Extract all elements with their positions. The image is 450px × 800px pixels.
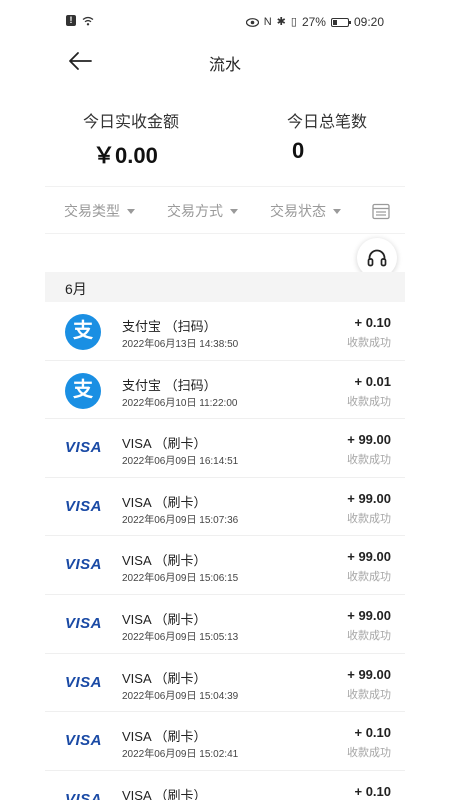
visa-icon: VISA: [65, 556, 103, 574]
status-bar: ! N ✱ ▯ 27% 09:20: [0, 0, 450, 44]
transaction-row[interactable]: VISA VISA （刷卡） + 0.10: [45, 771, 405, 800]
transaction-name: VISA （刷卡）: [122, 553, 207, 569]
transaction-status: 收款成功: [347, 747, 391, 760]
transaction-name: 支付宝 （扫码）: [122, 377, 217, 393]
filter-method-label: 交易方式: [167, 203, 223, 219]
caret-down-icon: [333, 208, 341, 214]
transaction-row[interactable]: VISA VISA （刷卡） 2022年06月09日 16:14:51 + 99.00…: [45, 419, 405, 478]
status-right: N ✱ ▯ 27% 09:20: [245, 15, 384, 29]
transaction-row[interactable]: VISA VISA （刷卡） 2022年06月09日 15:05:13 + 99.00…: [45, 595, 405, 654]
battery-percent: 27%: [301, 15, 326, 29]
count-value: 0: [292, 138, 305, 163]
visa-icon: VISA: [65, 439, 103, 457]
transaction-name: VISA （刷卡）: [122, 729, 207, 745]
clock: 09:20: [353, 15, 384, 29]
transaction-time: 2022年06月09日 16:14:51: [122, 456, 239, 468]
transaction-amount: + 0.10: [354, 783, 391, 799]
headset-icon: [367, 249, 387, 267]
caret-down-icon: [230, 208, 238, 214]
visa-icon: VISA: [65, 732, 103, 750]
transaction-time: 2022年06月10日 11:22:00: [122, 397, 238, 409]
transaction-amount: + 0.10: [354, 315, 391, 330]
filter-transaction-status[interactable]: 交易状态: [270, 201, 341, 221]
transaction-time: 2022年06月09日 15:04:39: [122, 690, 239, 702]
count-summary: 今日总笔数 0: [287, 108, 367, 164]
transaction-time: 2022年06月09日 15:06:15: [122, 573, 239, 585]
filter-transaction-method[interactable]: 交易方式: [167, 201, 238, 221]
transaction-row[interactable]: VISA VISA （刷卡） 2022年06月09日 15:02:41 + 0.10 收…: [45, 712, 405, 771]
header: 流水: [45, 44, 405, 78]
calendar-button[interactable]: [371, 201, 391, 221]
transaction-row[interactable]: VISA VISA （刷卡） 2022年06月09日 15:04:39 + 99.00…: [45, 654, 405, 713]
transaction-time: 2022年06月09日 15:07:36: [122, 514, 239, 526]
month-header: 6月: [45, 272, 405, 302]
visa-icon: VISA: [65, 497, 103, 515]
transaction-row[interactable]: 支 支付宝 （扫码） 2022年06月13日 14:38:50 + 0.10 收款成功: [45, 302, 405, 361]
amount-value: ￥0.00: [93, 143, 158, 168]
transaction-status: 收款成功: [347, 688, 391, 701]
transaction-status: 收款成功: [347, 512, 391, 525]
transaction-amount: + 0.01: [354, 373, 391, 389]
transaction-name: 支付宝 （扫码）: [122, 319, 217, 334]
transaction-amount: + 99.00: [347, 607, 391, 623]
amount-label: 今日实收金额: [83, 114, 180, 131]
amount-summary: 今日实收金额 ￥0.00: [83, 108, 179, 170]
transaction-time: 2022年06月09日 15:05:13: [122, 631, 239, 643]
transaction-amount: + 99.00: [347, 666, 391, 682]
transaction-amount: + 99.00: [347, 432, 391, 448]
transaction-time: 2022年06月09日 15:02:41: [122, 749, 239, 761]
wifi-icon: [82, 16, 94, 25]
transaction-status: 收款成功: [347, 395, 391, 408]
filter-status-label: 交易状态: [270, 203, 326, 219]
transaction-status: 收款成功: [347, 571, 391, 584]
transaction-amount: + 99.00: [347, 490, 391, 506]
transaction-name: VISA （刷卡）: [122, 670, 207, 686]
visa-icon: VISA: [65, 673, 103, 691]
transaction-list: 支支付宝 （扫码） 2022年06月13日 14:38:50 + 0.10 收款成功支…: [45, 302, 405, 800]
transaction-row[interactable]: VISA VISA （刷卡） 2022年06月09日 15:07:36 + 99.00…: [45, 478, 405, 537]
vibrate-icon: ▯: [290, 16, 297, 28]
visa-icon: VISA: [65, 614, 103, 632]
eye-icon: [245, 17, 259, 27]
page-title: 流水: [208, 57, 241, 74]
visa-icon: VISA: [65, 790, 103, 800]
count-label: 今日总笔数: [287, 114, 368, 131]
filter-bar: 交易类型 交易方式 交易状态: [45, 186, 405, 234]
transaction-status: 收款成功: [347, 337, 391, 349]
transaction-name: VISA （刷卡）: [122, 436, 207, 452]
filter-type-label: 交易类型: [64, 203, 120, 219]
transaction-time: 2022年06月13日 14:38:50: [122, 339, 239, 350]
filter-transaction-type[interactable]: 交易类型: [64, 201, 135, 221]
battery-icon: [330, 17, 351, 27]
alert-icon: !: [66, 15, 76, 26]
caret-down-icon: [127, 208, 135, 214]
nfc-icon: N: [263, 16, 272, 28]
today-summary: 今日实收金额 ￥0.00 今日总笔数 0: [45, 100, 405, 170]
status-left: !: [66, 15, 94, 26]
calendar-icon: [372, 203, 390, 220]
bluetooth-icon: ✱: [276, 16, 286, 28]
transaction-row[interactable]: 支 支付宝 （扫码） 2022年06月10日 11:22:00 + 0.01 收款成功: [45, 361, 405, 420]
transaction-amount: + 0.10: [354, 725, 391, 741]
transaction-name: VISA （刷卡）: [122, 611, 207, 627]
transaction-row[interactable]: VISA VISA （刷卡） 2022年06月09日 15:06:15 + 99.00…: [45, 536, 405, 595]
alipay-icon: 支: [65, 372, 101, 409]
transaction-status: 收款成功: [347, 454, 391, 467]
transaction-name: VISA （刷卡）: [122, 787, 207, 800]
alipay-icon: 支: [65, 314, 101, 350]
transaction-name: VISA （刷卡）: [122, 494, 207, 510]
transaction-amount: + 99.00: [347, 549, 391, 565]
month-label: 6月: [65, 281, 87, 297]
transaction-status: 收款成功: [347, 629, 391, 642]
